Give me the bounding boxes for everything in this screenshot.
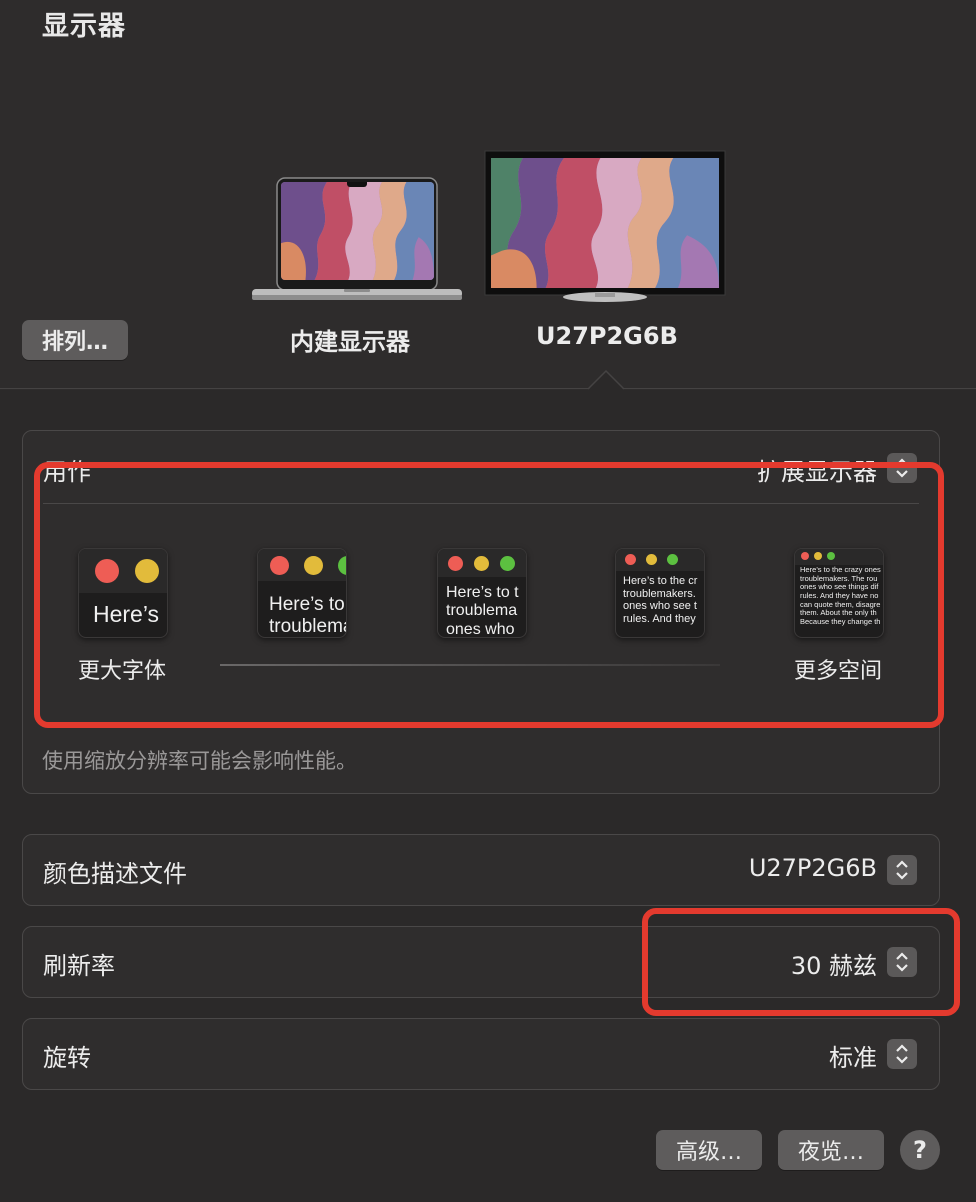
performance-note: 使用缩放分辨率可能会影响性能。 <box>42 749 357 773</box>
builtin-display-label[interactable]: 内建显示器 <box>290 322 410 357</box>
page-title: 显示器 <box>42 11 126 42</box>
rotation-stepper[interactable] <box>887 1039 917 1069</box>
night-shift-button[interactable]: 夜览… <box>778 1130 884 1170</box>
chevron-updown-icon <box>896 1044 908 1064</box>
color-profile-row: 颜色描述文件 U27P2G6B <box>22 834 940 906</box>
rotation-row: 旋转 标准 <box>22 1018 940 1090</box>
chevron-updown-icon <box>896 860 908 880</box>
external-display-label[interactable]: U27P2G6B <box>536 322 678 350</box>
help-button[interactable]: ? <box>900 1130 940 1170</box>
advanced-button[interactable]: 高级… <box>656 1130 762 1170</box>
selected-display-caret <box>588 370 624 406</box>
rotation-label: 旋转 <box>43 1044 91 1072</box>
rotation-value[interactable]: 标准 <box>829 1038 877 1073</box>
arrange-button[interactable]: 排列… <box>22 320 128 360</box>
color-profile-value[interactable]: U27P2G6B <box>749 854 877 882</box>
laptop-notch <box>347 182 367 187</box>
refresh-rate-label: 刷新率 <box>43 952 115 980</box>
top-divider <box>0 388 976 389</box>
laptop-wallpaper <box>281 182 434 280</box>
refresh-rate-highlight-box <box>642 908 960 1016</box>
color-profile-label: 颜色描述文件 <box>43 860 187 888</box>
scaling-highlight-box <box>34 462 944 728</box>
color-profile-stepper[interactable] <box>887 855 917 885</box>
monitor-wallpaper <box>491 158 719 288</box>
